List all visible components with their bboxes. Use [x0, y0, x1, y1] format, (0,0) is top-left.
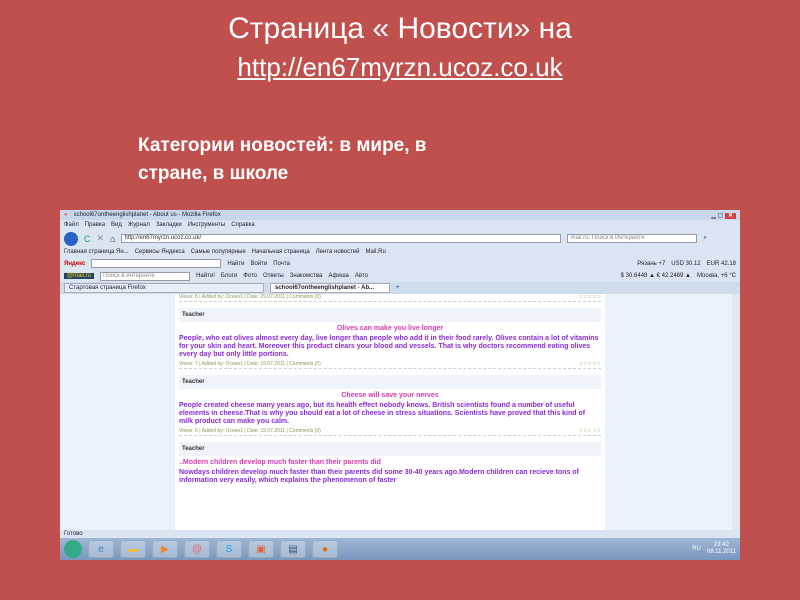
clock-date: 08.11.2011 — [706, 549, 736, 555]
menu-bookmarks[interactable]: Закладки — [156, 222, 182, 228]
bookmark[interactable]: Сервисы Яндекса — [135, 249, 185, 255]
rating-stars[interactable]: ☆☆☆☆☆ — [579, 294, 601, 301]
bookmark[interactable]: Начальная страница — [252, 249, 310, 255]
yandex-login[interactable]: Войти — [250, 261, 267, 267]
taskbar: e ▬ ▶ @ S ▣ ▤ ● RU 23:42 08.11.2011 — [60, 538, 740, 560]
post-title[interactable]: Cheese will save your nerves — [179, 392, 601, 399]
link-dating[interactable]: Знакомства — [290, 273, 323, 279]
mailru-logo: @mail.ru — [64, 273, 95, 279]
status-text: Готово — [64, 531, 83, 537]
title-bar: ● school67ontheenglishplanet - About us -… — [60, 210, 740, 220]
browser-screenshot: ● school67ontheenglishplanet - About us -… — [60, 210, 740, 560]
rating-stars[interactable]: ☆☆☆☆☆ — [579, 428, 601, 435]
back-icon[interactable] — [64, 231, 78, 246]
yandex-bar: Яндекс Найти Войти Почта Рязань +7 USD 30.12… — [60, 257, 740, 270]
language-indicator[interactable]: RU — [692, 546, 701, 552]
menu-history[interactable]: Журнал — [128, 222, 150, 228]
meta-text: Views: 6 | Added by: Ocean1 | Date: 15.0… — [179, 428, 321, 434]
search-icon[interactable]: ⌕ — [703, 235, 706, 242]
skype-icon[interactable]: S — [216, 540, 242, 558]
post-meta: Views: 8 | Added by: Ocean1 | Date: 29.0… — [179, 294, 601, 302]
clock-time: 23:42 — [713, 542, 729, 548]
menu-edit[interactable]: Правка — [85, 222, 105, 228]
yandex-find-button[interactable]: Найти — [227, 261, 244, 267]
post-meta: Views: 6 | Added by: Ocean1 | Date: 15.0… — [179, 428, 601, 436]
post-category: Teacher — [179, 442, 601, 456]
tab-bar: Стартовая страница Firefox school67onthee… — [60, 282, 740, 294]
navigation-bar: C ✕ ⌂ http://en67myrzn.ucoz.co.uk/ mail.ru… — [60, 230, 740, 247]
menu-view[interactable]: Вид — [111, 222, 122, 228]
stop-icon[interactable]: ✕ — [97, 233, 105, 244]
link-photo[interactable]: Фото — [243, 273, 257, 279]
link-answers[interactable]: Ответы — [263, 273, 284, 279]
post-body: People, who eat olives almost every day,… — [179, 335, 599, 358]
clock[interactable]: 23:42 08.11.2011 — [707, 542, 736, 556]
bookmark[interactable]: Самые популярные — [191, 249, 246, 255]
link-auto[interactable]: Авто — [355, 273, 368, 279]
start-button-icon[interactable] — [64, 540, 82, 558]
new-tab-button[interactable]: + — [396, 285, 400, 291]
post-body: Nowdays children develop much faster tha… — [179, 469, 579, 484]
yandex-mail[interactable]: Почта — [273, 261, 290, 267]
mailru-bar: @mail.ru Поиск в интернете Найти! Блоги Фот… — [60, 270, 740, 282]
page-content: Views: 8 | Added by: Ocean1 | Date: 29.0… — [60, 294, 740, 530]
firefox-taskbar-icon[interactable]: ● — [312, 540, 338, 558]
yandex-logo: Яндекс — [64, 260, 86, 267]
weather: Рязань +7 — [637, 260, 666, 267]
post-title[interactable]: Olives can make you live longer — [179, 325, 601, 332]
categories-text: Категории новостей: в мире, в стране, в … — [138, 135, 427, 184]
powerpoint-icon[interactable]: ▣ — [248, 540, 274, 558]
address-input[interactable]: http://en67myrzn.ucoz.co.uk/ — [121, 234, 562, 243]
link-blogs[interactable]: Блоги — [221, 273, 237, 279]
usd-rate: USD 30.12 — [671, 260, 701, 267]
firefox-icon: ● — [64, 212, 68, 218]
bookmark[interactable]: Главная страница Ян... — [64, 249, 129, 255]
mail-agent-icon[interactable]: @ — [184, 540, 210, 558]
link-afisha[interactable]: Афиша — [328, 273, 349, 279]
currency-rates: $ 30.6448 ▲ € 42.2469 ▲ — [620, 273, 691, 279]
bookmark[interactable]: Лента новостей — [316, 249, 360, 255]
meta-text: Views: 7 | Added by: Ocean1 | Date: 15.0… — [179, 361, 321, 367]
eur-rate: EUR 42.18 — [706, 260, 736, 267]
news-column: Views: 8 | Added by: Ocean1 | Date: 29.0… — [175, 294, 605, 530]
search-input[interactable]: mail.ru: Поиск в Интернете — [567, 234, 698, 243]
window-icon[interactable]: ▤ — [280, 540, 306, 558]
tab-school67[interactable]: school67ontheenglishplanet - Ab... — [270, 283, 390, 293]
bookmarks-bar: Главная страница Ян... Сервисы Яндекса Сам… — [60, 247, 740, 257]
menu-bar: Файл Правка Вид Журнал Закладки Инструменты Сп… — [60, 220, 740, 230]
post-category: Teacher — [179, 375, 601, 389]
menu-tools[interactable]: Инструменты — [188, 222, 225, 228]
bookmark[interactable]: Mail.Ru — [365, 249, 385, 255]
folder-icon[interactable]: ▬ — [120, 540, 146, 558]
mailru-find-button[interactable]: Найти! — [196, 273, 215, 279]
ie-icon[interactable]: e — [88, 540, 114, 558]
menu-file[interactable]: Файл — [64, 222, 79, 228]
window-title: school67ontheenglishplanet - About us - … — [73, 212, 221, 218]
home-icon[interactable]: ⌂ — [110, 234, 115, 244]
media-player-icon[interactable]: ▶ — [152, 540, 178, 558]
post-title[interactable]: ..Modern children develop much faster th… — [179, 459, 601, 466]
site-link[interactable]: http://en67myrzn.ucoz.co.uk — [0, 48, 800, 86]
tab-start-page[interactable]: Стартовая страница Firefox — [64, 283, 264, 293]
post-meta: Views: 7 | Added by: Ocean1 | Date: 15.0… — [179, 361, 601, 369]
window-controls[interactable]: ▁ ▢ ✕ — [711, 212, 736, 219]
slide-title: Страница « Новости» на http://en67myrzn.u… — [0, 10, 800, 86]
title-text: Страница « Новости» на — [228, 12, 572, 45]
yandex-search-input[interactable] — [91, 259, 222, 268]
rating-stars[interactable]: ☆☆☆☆☆ — [579, 361, 601, 368]
reload-icon[interactable]: C — [84, 234, 91, 244]
post-category: Teacher — [179, 308, 601, 322]
moscow-weather: Москва, +6 °C — [696, 273, 736, 279]
meta-text: Views: 8 | Added by: Ocean1 | Date: 29.0… — [179, 294, 321, 300]
status-bar: Готово — [60, 530, 740, 538]
menu-help[interactable]: Справка — [231, 222, 255, 228]
post-body: People created cheese many years ago, bu… — [179, 402, 586, 425]
scrollbar[interactable] — [732, 294, 740, 530]
mailru-search-input[interactable]: Поиск в интернете — [100, 271, 191, 281]
